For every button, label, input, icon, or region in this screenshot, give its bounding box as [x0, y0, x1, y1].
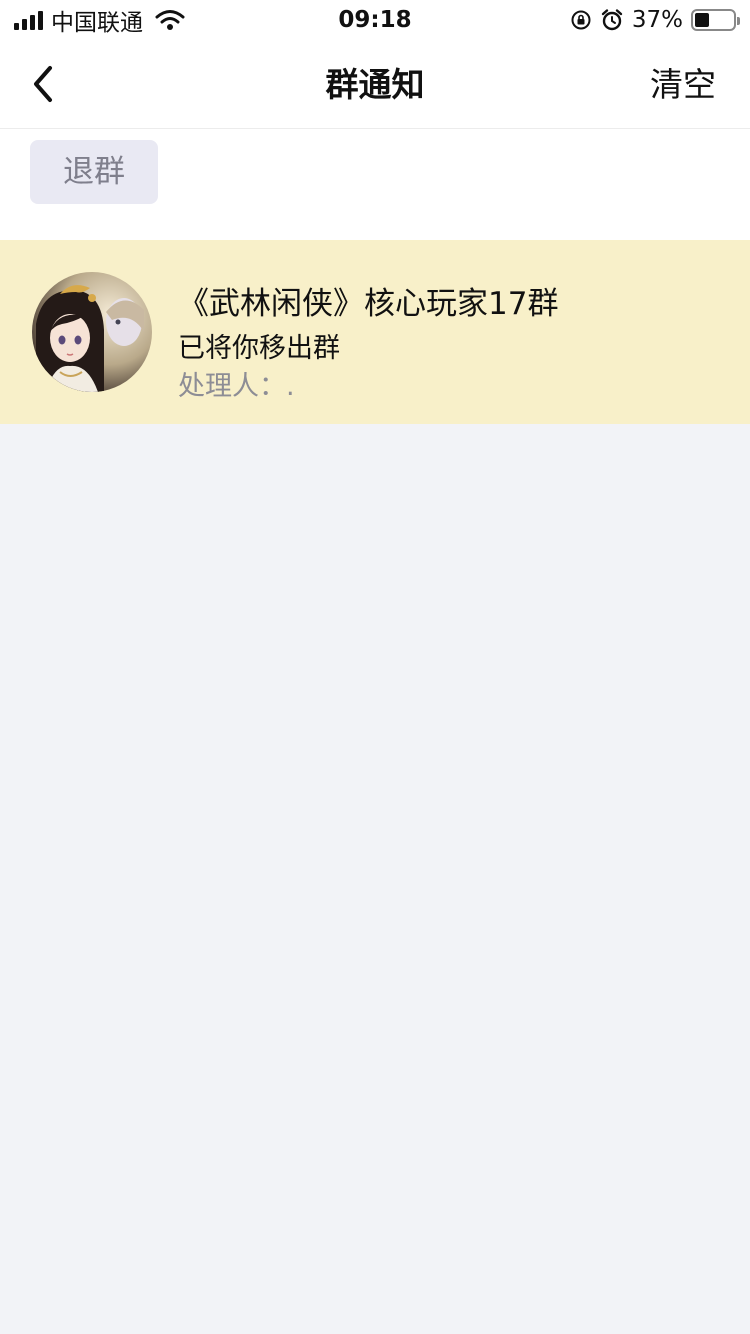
avatar-illustration: [32, 272, 152, 392]
group-avatar: [32, 272, 152, 392]
action-area: 退群: [0, 129, 750, 240]
alarm-icon: [601, 9, 623, 31]
notification-item[interactable]: 《武林闲侠》核心玩家17群 已将你移出群 处理人：.: [0, 240, 750, 424]
battery-icon: [691, 9, 740, 31]
status-right: 37%: [570, 0, 740, 40]
notification-message: 已将你移出群: [178, 333, 340, 364]
status-bar: 中国联通 09:18 37%: [0, 0, 750, 40]
quit-group-button[interactable]: 退群: [30, 140, 158, 204]
battery-percent: 37%: [631, 7, 683, 33]
handler-label: 处理人：.: [178, 371, 295, 402]
group-notifications-page: 中国联通 09:18 37% 群通知 清空 退群 《武林闲侠》核心玩家17群 已…: [0, 0, 750, 1334]
group-name: 《武林闲侠》核心玩家17群: [178, 286, 559, 322]
battery-fill: [695, 13, 709, 27]
clear-button[interactable]: 清空: [650, 40, 716, 129]
page-title: 群通知: [325, 65, 425, 104]
nav-bar: 群通知 清空: [0, 40, 750, 129]
rotation-lock-icon: [571, 10, 591, 30]
